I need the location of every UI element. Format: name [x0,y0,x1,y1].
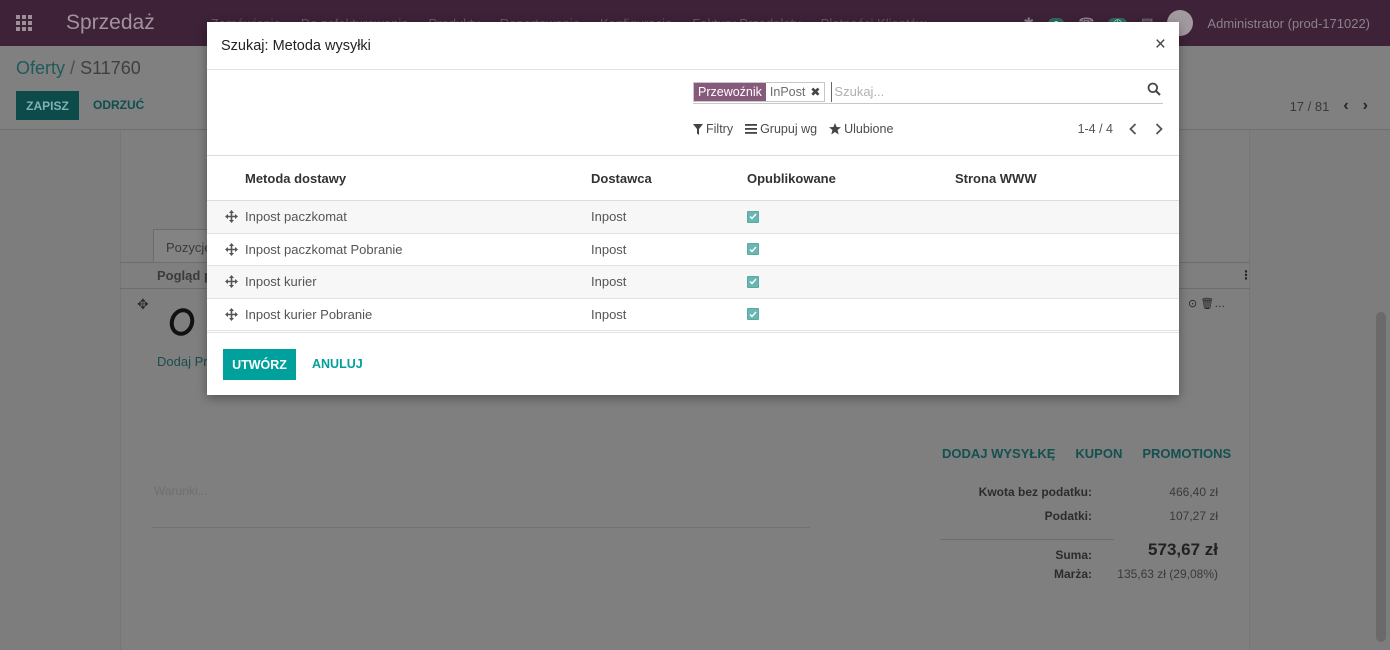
pager-value[interactable]: 1-4 / 4 [1078,122,1113,136]
search-icon[interactable] [1147,82,1163,98]
filters-label: Filtry [706,122,734,136]
favorites-label: Ulubione [844,122,894,136]
checkbox-checked-icon [747,243,759,256]
untaxed-label: Kwota bez podatku: [978,485,1092,499]
apps-grid-icon[interactable] [16,15,34,31]
total-value: 573,67 zł [1148,540,1218,559]
breadcrumb-current: S11760 [80,58,141,78]
table-row[interactable]: Inpost paczkomat Pobranie Inpost [207,234,1179,266]
save-button[interactable]: ZAPISZ [16,91,79,120]
cell-name: Inpost kurier [245,274,317,290]
column-header-published[interactable]: Opublikowane [747,171,955,186]
filters-button[interactable]: Filtry [693,122,733,136]
cell-provider: Inpost [591,274,627,290]
promotions-button[interactable]: PROMOTIONS [1142,446,1231,461]
divider [152,527,810,528]
cell-published [747,275,955,288]
checkbox-checked-icon [747,275,759,288]
table-row[interactable]: Inpost kurier Inpost [207,266,1179,299]
order-totals: Kwota bez podatku: 466,40 zł Podatki: 10… [940,485,1218,591]
order-actions: DODAJ WYSYŁKĘ KUPON PROMOTIONS [942,446,1231,461]
star-icon [829,123,842,135]
taxes-label: Podatki: [1044,509,1092,523]
cell-name: Inpost paczkomat Pobranie [245,241,403,257]
column-header-provider[interactable]: Dostawca [591,171,747,186]
chevron-left-icon[interactable]: ‹ [1343,97,1348,115]
pager-value[interactable]: 17 / 81 [1290,99,1330,114]
drag-handle-icon[interactable] [207,210,245,224]
user-menu[interactable]: Administrator (prod-171022) [1207,16,1370,31]
chevron-left-icon[interactable] [1127,122,1139,136]
facet-remove-icon[interactable]: ✖ [810,85,820,99]
breadcrumb-parent[interactable]: Oferty [16,58,65,78]
groupby-button[interactable]: Grupuj wg [745,122,817,136]
cell-published [747,243,955,256]
favorites-button[interactable]: Ulubione [829,122,893,136]
lines-column-header: Pogląd p [157,268,212,283]
checkbox-checked-icon [747,210,759,223]
drag-handle-icon[interactable]: ✥ [137,296,149,313]
cell-provider: Inpost [591,209,627,225]
dialog-footer: UTWÓRZ ANULUJ [207,332,1179,395]
checkbox-checked-icon [747,308,759,321]
cell-name: Inpost paczkomat [245,209,347,225]
groupby-label: Grupuj wg [760,122,818,136]
search-input[interactable] [831,81,1163,102]
app-title[interactable]: Sprzedaż [66,11,155,35]
facet-label: Przewoźnik [694,82,766,101]
facet-value: InPost [769,84,806,99]
add-shipping-button[interactable]: DODAJ WYSYŁKĘ [942,446,1055,461]
cell-published [747,210,955,223]
row-action-icons[interactable]: ⊙ 🗑… [1188,297,1225,310]
column-header-website[interactable]: Strona WWW [955,171,1179,186]
search-options: Filtry Grupuj wg Ulubione [693,122,893,136]
drag-handle-icon[interactable] [207,307,245,321]
margin-label: Marża: [1053,567,1092,581]
search-facet: Przewoźnik InPost ✖ [693,81,826,102]
margin-row: Marża: 135,63 zł (29,08%) [940,567,1218,591]
coupon-button[interactable]: KUPON [1075,446,1122,461]
table-header: Metoda dostawy Dostawca Opublikowane Str… [207,155,1179,201]
filter-icon [693,123,703,135]
cell-name: Inpost kurier Pobranie [245,306,373,322]
tab-order-lines[interactable]: Pozycje [153,229,213,263]
margin-value: 135,63 zł (29,08%) [1117,567,1218,581]
table-row[interactable]: Inpost kurier Pobranie Inpost [207,299,1179,331]
chevron-right-icon[interactable]: › [1363,97,1368,115]
create-button[interactable]: UTWÓRZ [223,349,296,380]
kebab-menu-icon[interactable]: ⋮ [1240,268,1252,282]
delivery-methods-table: Metoda dostawy Dostawca Opublikowane Str… [207,155,1179,331]
total-label: Suma: [940,538,1114,562]
dialog-title: Szukaj: Metoda wysyłki [221,38,371,54]
chevron-right-icon[interactable] [1153,122,1165,136]
drag-handle-icon[interactable] [207,242,245,256]
dialog-header: Szukaj: Metoda wysyłki × [207,22,1179,70]
taxes-row: Podatki: 107,27 zł [940,509,1218,533]
search-dialog: Szukaj: Metoda wysyłki × Przewoźnik InPo… [207,22,1179,395]
page-scrollbar[interactable] [1376,312,1386,642]
breadcrumb-separator: / [70,58,76,78]
list-icon [745,124,758,134]
untaxed-value: 466,40 zł [1169,485,1218,499]
search-bar: Przewoźnik InPost ✖ [693,80,1163,104]
untaxed-row: Kwota bez podatku: 466,40 zł [940,485,1218,509]
cell-provider: Inpost [591,306,627,322]
facet-value-wrap: InPost ✖ [766,83,825,101]
table-body: Inpost paczkomat Inpost Inpost paczkomat… [207,201,1179,331]
discard-button[interactable]: ODRZUĆ [93,98,144,112]
list-pager: 1-4 / 4 [1078,122,1165,136]
terms-field[interactable]: Warunki... [154,484,208,498]
add-product-link[interactable]: Dodaj Pr [157,354,208,369]
table-row[interactable]: Inpost paczkomat Inpost [207,201,1179,234]
breadcrumb: Oferty / S11760 [16,58,141,79]
cell-provider: Inpost [591,241,627,257]
column-header-name[interactable]: Metoda dostawy [207,171,591,186]
cancel-button[interactable]: ANULUJ [312,357,363,371]
total-row: Suma: 573,67 zł [940,533,1218,567]
cell-published [747,308,955,321]
record-pager: 17 / 81 ‹ › [1290,97,1368,115]
drag-handle-icon[interactable] [207,275,245,289]
close-icon[interactable]: × [1155,35,1166,54]
taxes-value: 107,27 zł [1169,509,1218,523]
